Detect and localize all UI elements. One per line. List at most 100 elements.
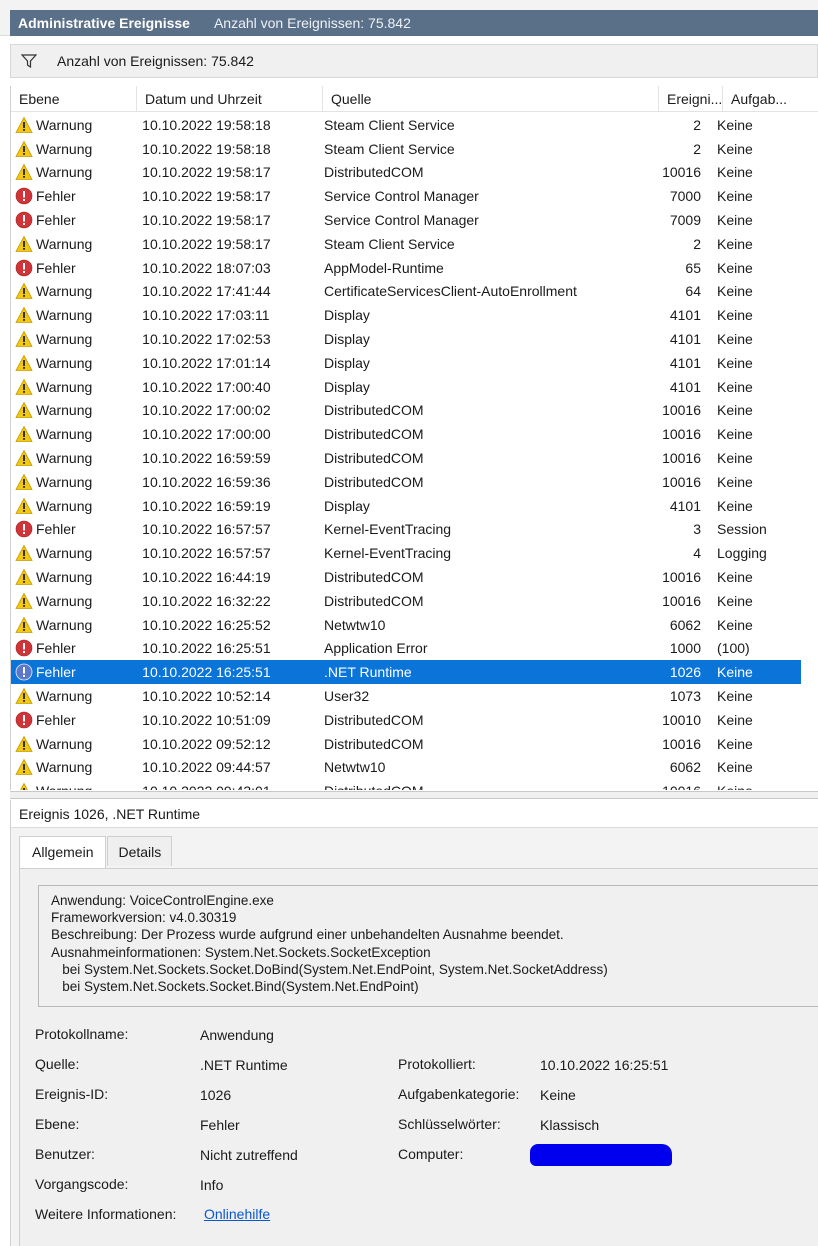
table-row[interactable]: Warnung 10.10.2022 17:41:44 CertificateSer… — [11, 280, 801, 304]
source-cell: Netwtw10 — [324, 616, 386, 633]
table-row[interactable]: Fehler 10.10.2022 16:25:51 Application Err… — [11, 637, 801, 661]
level-text: Warnung — [36, 759, 93, 776]
label-quelle: Quelle: — [35, 1056, 80, 1072]
table-row[interactable]: Fehler 10.10.2022 19:58:17 Service Control… — [11, 184, 801, 208]
table-row[interactable]: Warnung 10.10.2022 17:01:14 Display 4101 Kei… — [11, 351, 801, 375]
level-cell: Fehler — [11, 663, 134, 681]
table-row[interactable]: Warnung 10.10.2022 16:59:59 DistributedCOM… — [11, 446, 801, 470]
date-cell: 10.10.2022 10:51:09 — [142, 711, 271, 728]
table-row[interactable]: Fehler 10.10.2022 16:25:51 .NET Runtime 102… — [11, 660, 801, 685]
level-text: Warnung — [36, 426, 93, 443]
table-row[interactable]: Warnung 10.10.2022 09:44:57 Netwtw10 6062 Ke… — [11, 756, 801, 780]
table-row[interactable]: Warnung 10.10.2022 16:44:19 DistributedCOM… — [11, 565, 801, 589]
online-help-link[interactable]: Onlinehilfe — [204, 1206, 270, 1222]
table-row[interactable]: Warnung 10.10.2022 17:00:00 DistributedCOM… — [11, 422, 801, 446]
source-cell: Display — [324, 354, 370, 371]
task-cell: Keine — [717, 426, 753, 443]
table-row[interactable]: Warnung 10.10.2022 09:52:12 DistributedCOM… — [11, 732, 801, 756]
event-id-cell: 10016 — [662, 569, 701, 586]
table-row[interactable]: Warnung 10.10.2022 09:43:01DistributedCOM… — [11, 779, 801, 790]
table-row[interactable]: Warnung 10.10.2022 19:58:18 Steam Client S… — [11, 113, 801, 137]
level-cell: Warnung — [11, 378, 134, 396]
table-row[interactable]: Warnung 10.10.2022 17:00:40 Display 4101 Kei… — [11, 375, 801, 399]
task-cell: Keine — [717, 140, 753, 157]
value-schluesselwoerter: Klassisch — [540, 1117, 600, 1133]
table-row[interactable]: Warnung 10.10.2022 10:52:14 User32 1073 Kein… — [11, 684, 801, 708]
event-id-cell: 10016 — [662, 450, 701, 467]
date-cell: 10.10.2022 17:03:11 — [142, 307, 270, 324]
event-id-cell: 1073 — [669, 688, 701, 705]
level-text: Fehler — [36, 521, 76, 538]
level-text: Warnung — [36, 235, 93, 252]
warning-icon — [15, 330, 33, 348]
level-cell: Fehler — [11, 187, 134, 205]
event-id-cell: 7000 — [669, 188, 701, 205]
level-cell: Warnung — [11, 401, 134, 419]
value-ebene: Fehler — [200, 1117, 240, 1133]
column-header-task[interactable]: Aufgab... — [723, 86, 818, 112]
date-cell: 10.10.2022 16:25:51 — [142, 664, 271, 681]
task-cell: Keine — [717, 450, 753, 467]
task-cell: Keine — [717, 331, 753, 348]
table-row[interactable]: Warnung 10.10.2022 17:00:02 DistributedCOM… — [11, 399, 801, 423]
date-cell: 10.10.2022 17:41:44 — [142, 283, 271, 300]
level-text: Warnung — [36, 402, 93, 419]
pane-splitter[interactable] — [10, 791, 818, 799]
task-cell: Keine — [717, 283, 753, 300]
task-cell: Keine — [717, 307, 753, 324]
table-row[interactable]: Warnung 10.10.2022 19:58:17 Steam Client S… — [11, 232, 801, 256]
table-row[interactable]: Warnung 10.10.2022 17:02:53 Display 4101 Kei… — [11, 327, 801, 351]
label-schluesselwoerter: Schlüsselwörter: — [398, 1116, 501, 1132]
date-cell: 10.10.2022 16:25:52 — [142, 616, 271, 633]
column-header-level[interactable]: Ebene — [11, 86, 137, 112]
source-cell: Steam Client Service — [324, 116, 455, 133]
column-header-source[interactable]: Quelle — [323, 86, 659, 112]
level-text: Warnung — [36, 307, 93, 324]
source-cell: Kernel-EventTracing — [324, 545, 452, 562]
date-cell: 10.10.2022 17:00:02 — [142, 402, 271, 419]
date-cell: 10.10.2022 19:58:18 — [142, 140, 271, 157]
tab-details[interactable]: Details — [107, 836, 173, 866]
date-cell: 10.10.2022 19:58:17 — [142, 235, 271, 252]
table-row[interactable]: Fehler 10.10.2022 19:58:17 Service Control… — [11, 208, 801, 232]
warning-icon — [15, 306, 33, 324]
date-cell: 10.10.2022 09:52:12 — [142, 735, 271, 752]
warning-icon — [15, 235, 33, 253]
event-id-cell: 10016 — [662, 402, 701, 419]
date-cell: 10.10.2022 17:00:40 — [142, 378, 271, 395]
event-id-cell: 3 — [693, 521, 701, 538]
date-cell: 10.10.2022 17:01:14 — [142, 354, 271, 371]
date-cell: 10.10.2022 09:43:01 — [134, 783, 316, 790]
table-row[interactable]: Warnung 10.10.2022 19:58:17 DistributedCOM… — [11, 161, 801, 185]
level-cell: Warnung — [11, 425, 134, 443]
date-cell: 10.10.2022 19:58:17 — [142, 212, 271, 229]
table-row[interactable]: Warnung 10.10.2022 17:03:11 Display 4101 Kei… — [11, 303, 801, 327]
table-row[interactable]: Warnung 10.10.2022 19:58:18 Steam Client S… — [11, 137, 801, 161]
value-protokolliert: 10.10.2022 16:25:51 — [540, 1057, 669, 1073]
warning-icon — [15, 592, 33, 610]
table-row[interactable]: Fehler 10.10.2022 18:07:03 AppModel-Runtim… — [11, 256, 801, 280]
date-cell: 10.10.2022 19:58:18 — [142, 116, 271, 133]
error-icon — [15, 663, 33, 681]
task-cell: Session — [717, 521, 767, 538]
table-row[interactable]: Fehler 10.10.2022 16:57:57 Kernel-EventTra… — [11, 518, 801, 542]
table-row[interactable]: Warnung 10.10.2022 16:57:57 Kernel-EventTr… — [11, 541, 801, 565]
event-id-cell: 10016 — [662, 592, 701, 609]
table-row[interactable]: Warnung 10.10.2022 16:32:22 DistributedCOM… — [11, 589, 801, 613]
task-cell: Keine — [717, 164, 753, 181]
table-row[interactable]: Warnung 10.10.2022 16:59:19 Display 4101 Kei… — [11, 494, 801, 518]
error-icon — [15, 520, 33, 538]
column-header-date[interactable]: Datum und Uhrzeit — [137, 86, 323, 112]
column-header-row: Ebene Datum und Uhrzeit Quelle Ereigni..… — [11, 86, 818, 112]
table-row[interactable]: Warnung 10.10.2022 16:25:52 Netwtw10 6062 Ke… — [11, 613, 801, 637]
filter-icon[interactable] — [21, 54, 37, 68]
date-cell: 10.10.2022 19:58:17 — [142, 188, 271, 205]
source-cell: Display — [324, 497, 370, 514]
table-row[interactable]: Warnung 10.10.2022 16:59:36 DistributedCOM… — [11, 470, 801, 494]
event-id-cell: 4101 — [669, 497, 701, 514]
table-row[interactable]: Fehler 10.10.2022 10:51:09 DistributedCOM 1… — [11, 708, 801, 732]
column-header-event-id[interactable]: Ereigni... — [659, 86, 723, 112]
tab-allgemein[interactable]: Allgemein — [19, 836, 107, 868]
date-cell: 10.10.2022 16:25:51 — [142, 640, 271, 657]
event-description[interactable]: Anwendung: VoiceControlEngine.exe Framew… — [38, 885, 818, 1007]
